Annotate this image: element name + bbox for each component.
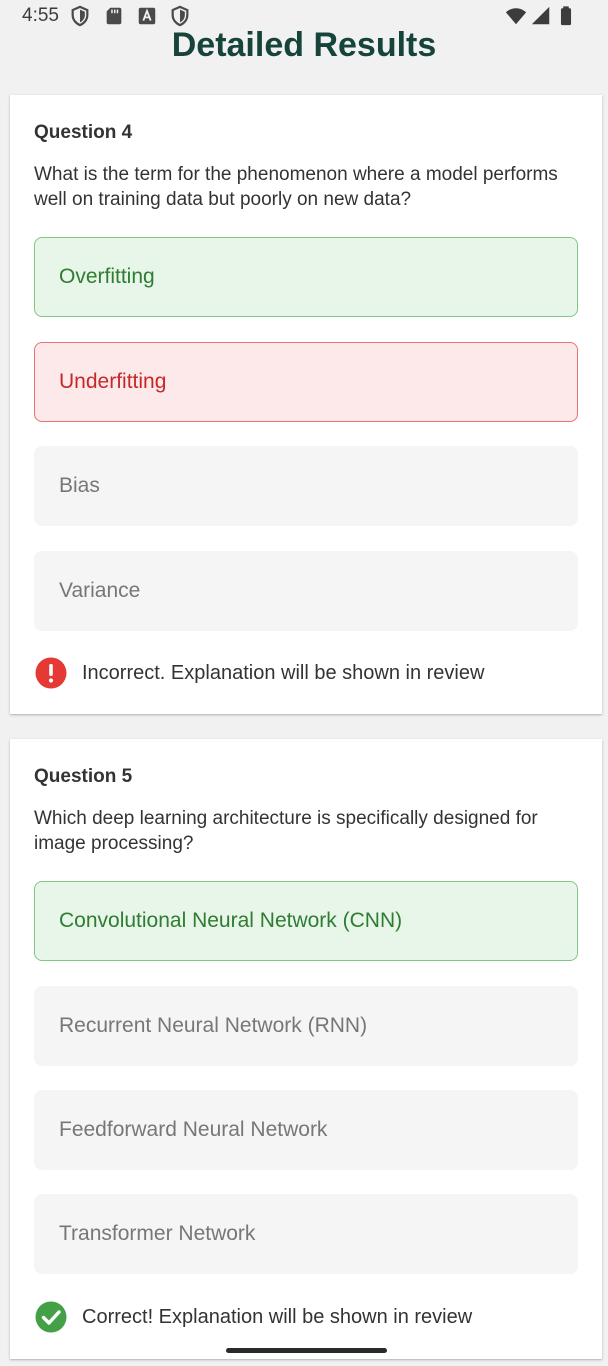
home-indicator[interactable] [226,1348,387,1353]
feedback-text: Incorrect. Explanation will be shown in … [82,661,485,684]
answer-option-correct[interactable]: Convolutional Neural Network (CNN) [34,881,578,961]
check-circle-icon [34,1300,68,1334]
shield-icon [169,5,191,27]
screen: 4:55 Detailed Results Question 4 What is… [0,0,608,1366]
cellular-signal-icon [530,5,552,27]
question-label: Question 4 [34,122,133,143]
page-title: Detailed Results [171,26,437,64]
sd-card-icon [103,5,125,27]
question-text: Which deep learning architecture is spec… [34,808,538,854]
shield-icon [69,5,91,27]
answer-option[interactable]: Variance [34,551,578,631]
wifi-icon [505,5,527,27]
text-a-icon [136,5,158,27]
question-card: Question 4 What is the term for the phen… [10,95,602,714]
battery-icon [555,5,577,27]
status-time: 4:55 [22,5,59,26]
question-label: Question 5 [34,766,133,787]
answer-option-correct[interactable]: Overfitting [34,237,578,317]
answer-option[interactable]: Recurrent Neural Network (RNN) [34,986,578,1066]
answer-option[interactable]: Bias [34,446,578,526]
answer-feedback: Incorrect. Explanation will be shown in … [34,656,484,690]
question-text: What is the term for the phenomenon wher… [34,164,558,210]
error-icon [34,656,68,690]
answer-option-incorrect[interactable]: Underfitting [34,342,578,422]
answer-option[interactable]: Transformer Network [34,1194,578,1274]
question-card: Question 5 Which deep learning architect… [10,739,602,1359]
answer-option[interactable]: Feedforward Neural Network [34,1090,578,1170]
answer-feedback: Correct! Explanation will be shown in re… [34,1300,472,1334]
feedback-text: Correct! Explanation will be shown in re… [82,1305,473,1328]
